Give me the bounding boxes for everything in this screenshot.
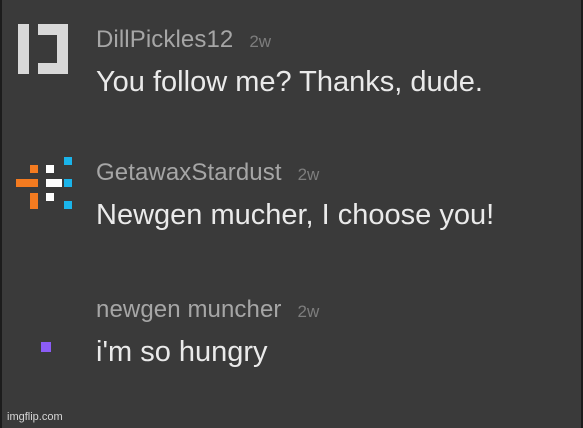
comment-timestamp: 2w [297,165,320,184]
comment-timestamp: 2w [297,302,320,321]
purple-dot-avatar-icon[interactable] [16,292,74,352]
pixel-bracket-avatar-icon[interactable] [16,22,74,82]
comment-meta: DillPickles12 2w [96,26,271,54]
comment-text: You follow me? Thanks, dude. [96,66,483,98]
comment-text: Newgen mucher, I choose you! [96,199,495,231]
imgflip-watermark: imgflip.com [7,411,63,423]
comments-panel: DillPickles12 2w You follow me? Thanks, d… [0,0,583,428]
comment-username[interactable]: GetawaxStardust [96,159,282,186]
comment-text: i'm so hungry [96,336,268,368]
comment-username[interactable]: newgen muncher [96,296,282,323]
comment-timestamp: 2w [249,32,272,51]
comment-username[interactable]: DillPickles12 [96,26,233,53]
pixel-orange-cyan-avatar-icon[interactable] [16,155,74,215]
comment-meta: GetawaxStardust 2w [96,159,319,187]
comment-item: newgen muncher 2w i'm so hungry [2,270,583,380]
comment-meta: newgen muncher 2w [96,296,319,324]
comment-item: DillPickles12 2w You follow me? Thanks, d… [2,0,583,110]
comment-item: GetawaxStardust 2w Newgen mucher, I choos… [2,133,583,243]
